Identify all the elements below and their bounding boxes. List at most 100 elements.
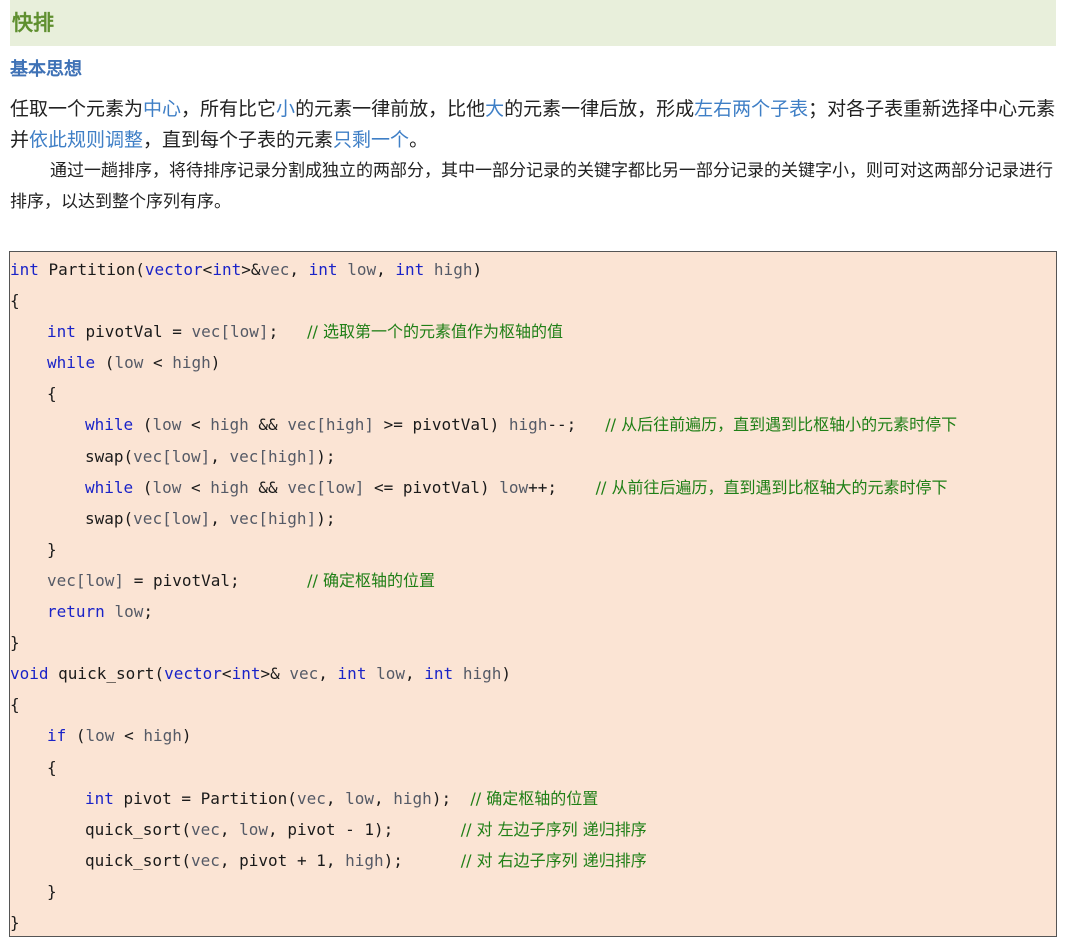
p1-text: 任取一个元素为 [10, 98, 144, 120]
code-identifier: vec [289, 664, 319, 684]
code-identifier: low [345, 788, 375, 808]
p1-highlight: 只剩一个 [333, 129, 410, 151]
code-keyword: while [85, 415, 134, 435]
code-text: < [181, 477, 211, 497]
code-text: >& [260, 664, 290, 684]
code-identifier: vec[low] [133, 446, 211, 466]
code-identifier: low [376, 664, 405, 684]
code-identifier: vec [190, 850, 220, 870]
code-identifier: vec[high] [229, 446, 317, 466]
p1-text: 的元素一律前放，比他 [295, 98, 486, 120]
code-text: quick_sort( [48, 664, 165, 684]
code-identifier: high [210, 477, 249, 497]
p1-text: 。 [409, 129, 429, 151]
code-identifier: low [114, 602, 144, 622]
code-line: int pivot = Partition(vec, low, high); /… [10, 783, 1056, 814]
code-text: , [374, 788, 394, 808]
code-comment: // 选取第一个的元素值作为枢轴的值 [307, 322, 563, 342]
code-text: ; [143, 602, 153, 622]
code-line: int Partition(vector<int>&vec, int low, … [10, 254, 1056, 285]
code-keyword: while [47, 353, 96, 373]
code-text: , [376, 260, 396, 279]
code-text: , [219, 819, 240, 839]
code-identifier: low [152, 415, 182, 435]
code-text: quick_sort( [85, 850, 191, 870]
code-text: , [325, 788, 346, 808]
code-text: swap( [85, 508, 134, 528]
code-identifier: vec[high] [229, 508, 317, 528]
code-line: if (low < high) [10, 720, 1056, 751]
code-keyword: int [10, 260, 39, 279]
code-identifier: high [462, 664, 502, 684]
paragraph-description: 通过一趟排序，将待排序记录分割成独立的两部分，其中一部分记录的关键字都比另一部分… [10, 156, 1058, 218]
code-identifier: vec[high] [287, 415, 375, 435]
code-identifier: high [345, 850, 384, 870]
p1-highlight: 依此规则调整 [29, 129, 144, 151]
code-keyword: int [231, 664, 261, 684]
code-text: = pivotVal; [124, 570, 308, 590]
code-line: swap(vec[low], vec[high]); [10, 503, 1056, 534]
code-text: , [210, 508, 230, 528]
p1-text: ，所有比它 [181, 98, 277, 120]
code-text: && [248, 477, 288, 497]
p2-text: 通过一趟排序，将待排序记录分割成独立的两部分，其中一部分记录的关键字都比另一部分… [10, 161, 1053, 212]
code-line: { [10, 695, 20, 715]
code-text: ) [181, 726, 192, 746]
code-text: ++; [528, 477, 596, 497]
code-line: return low; [10, 596, 1056, 627]
code-line: void quick_sort(vector<int>& vec, int lo… [10, 658, 1056, 689]
code-text: ); [431, 788, 471, 808]
code-text: ( [133, 477, 153, 497]
code-keyword: int [47, 322, 76, 342]
code-text: ( [95, 353, 115, 373]
code-text: ) [501, 664, 511, 684]
code-text: ); [316, 508, 336, 528]
code-line: while (low < high && vec[high] >= pivotV… [10, 409, 1056, 440]
code-line: while (low < high && vec[low] <= pivotVa… [10, 472, 1056, 503]
code-line: vec[low] = pivotVal; // 确定枢轴的位置 [10, 565, 1056, 596]
p1-highlight: 左右两个子表 [694, 98, 809, 120]
code-text: ) [472, 260, 483, 279]
subheading: 基本思想 [10, 59, 82, 80]
code-identifier: low [239, 819, 269, 839]
code-text: < [181, 415, 211, 435]
code-identifier: low [114, 353, 144, 373]
code-text: ( [133, 415, 153, 435]
code-keyword: int [85, 788, 114, 808]
code-type: vector [164, 664, 222, 684]
code-identifier: low [347, 260, 377, 279]
code-identifier: high [433, 260, 473, 279]
code-block: int Partition(vector<int>&vec, int low, … [9, 251, 1057, 937]
code-text: < [114, 726, 144, 746]
code-keyword: if [47, 726, 67, 746]
code-identifier: vec[low] [191, 322, 269, 342]
code-keyword: void [10, 664, 49, 684]
code-text: >& [241, 260, 261, 279]
code-comment: // 确定枢轴的位置 [470, 788, 599, 808]
p1-highlight: 小 [276, 98, 296, 120]
code-text: swap( [85, 446, 134, 466]
code-identifier: high [508, 415, 548, 435]
code-text: ; [268, 322, 308, 342]
code-text: ( [66, 726, 86, 746]
code-identifier: vec[low] [47, 570, 125, 590]
p1-text: ，直到每个子表的元素 [143, 129, 334, 151]
code-text: < [143, 353, 173, 373]
paragraph-basic-idea: 任取一个元素为中心，所有比它小的元素一律前放，比他大的元素一律后放，形成左右两个… [10, 94, 1060, 156]
code-comment: // 确定枢轴的位置 [307, 570, 435, 590]
code-identifier: vec [296, 788, 326, 808]
code-text: && [248, 415, 288, 435]
code-type: vector [144, 260, 203, 279]
code-text: , [210, 446, 230, 466]
code-text: , [318, 664, 338, 684]
code-text: ); [316, 446, 336, 466]
heading-title: 快排 [12, 10, 54, 35]
code-line: { [47, 384, 57, 404]
code-text: , [405, 664, 425, 684]
code-keyword: int [337, 664, 367, 684]
code-text: Partition( [38, 260, 145, 279]
code-comment: // 对 左边子序列 递归排序 [460, 819, 647, 839]
